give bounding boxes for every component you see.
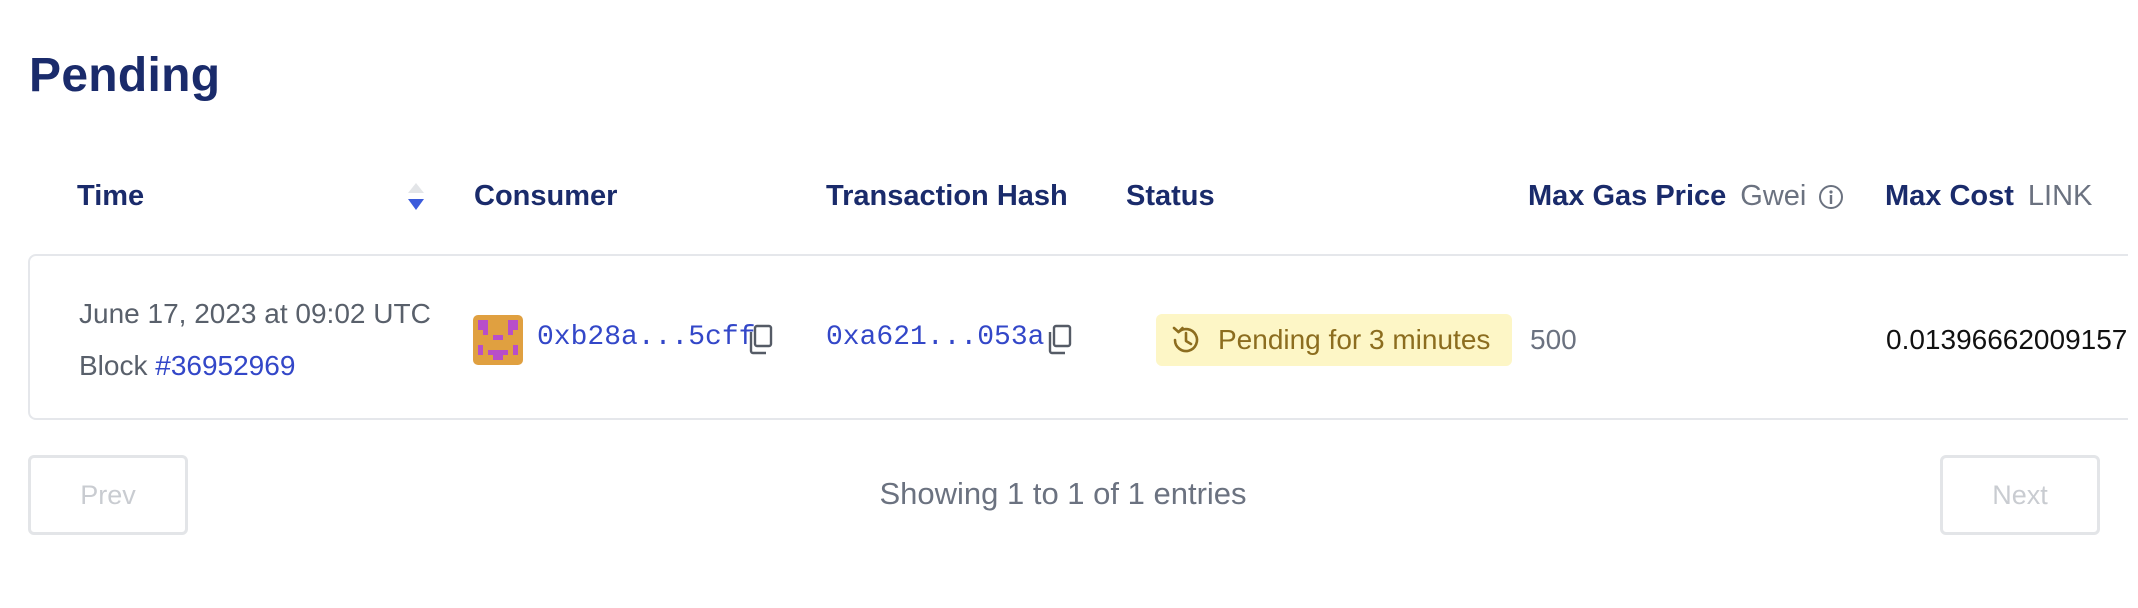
block-number-link[interactable]: #36952969 — [155, 350, 295, 381]
max-cost-unit: LINK — [2027, 180, 2093, 212]
consumer-address-link[interactable]: 0xb28a...5cff — [537, 322, 755, 353]
copy-icon[interactable] — [746, 324, 774, 356]
column-header-status: Status — [1126, 180, 1215, 212]
max-gas-price-unit: Gwei — [1740, 180, 1807, 212]
max-cost-label: Max Cost — [1885, 180, 2014, 212]
consumer-avatar — [473, 315, 523, 365]
column-header-max-cost: Max Cost LINK — [1885, 180, 2092, 213]
block-label: Block — [79, 350, 148, 381]
pagination-summary: Showing 1 to 1 of 1 entries — [0, 476, 2138, 512]
max-gas-price-value: 500 — [1530, 324, 1577, 355]
pagination-summary-text: Showing 1 to 1 of 1 entries — [879, 476, 1247, 511]
table-body: June 17, 2023 at 09:02 UTC Block #369529… — [28, 254, 2128, 420]
transaction-hash-link[interactable]: 0xa621...053a — [826, 322, 1044, 353]
status-text: Pending for 3 minutes — [1218, 324, 1491, 355]
max-cost-value: 0.013966620091575 — [1886, 324, 2128, 355]
column-header-time[interactable]: Time — [77, 180, 144, 213]
info-circle-icon[interactable] — [1818, 184, 1844, 210]
copy-icon[interactable] — [1045, 324, 1073, 356]
column-header-max-gas-price: Max Gas Price Gwei — [1528, 180, 1844, 213]
column-header-tx-hash: Transaction Hash — [826, 180, 1068, 212]
column-header-consumer: Consumer — [474, 180, 618, 212]
clock-history-icon — [1172, 326, 1199, 353]
max-gas-price-label: Max Gas Price — [1528, 180, 1727, 212]
status-badge: Pending for 3 minutes — [1156, 314, 1512, 366]
sort-triangle-icon[interactable] — [405, 180, 427, 214]
next-button[interactable]: Next — [1940, 455, 2100, 535]
row-time: June 17, 2023 at 09:02 UTC — [79, 298, 431, 329]
prev-button[interactable]: Prev — [28, 455, 188, 535]
row-block: Block #36952969 — [79, 350, 295, 382]
page-title: Pending — [29, 49, 221, 102]
